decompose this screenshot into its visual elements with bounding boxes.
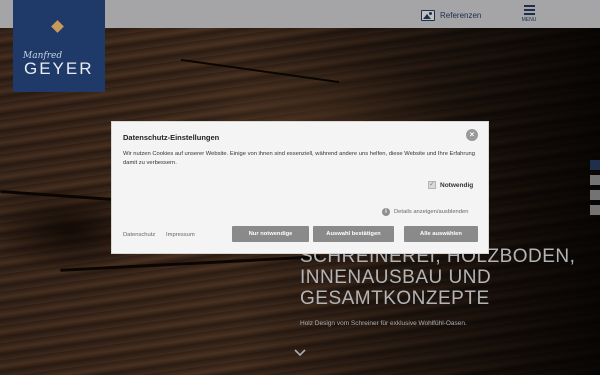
accept-all-button[interactable]: Alle auswählen: [404, 226, 478, 242]
logo-diamond-icon: [51, 20, 64, 33]
privacy-link[interactable]: Datenschutz: [123, 232, 155, 238]
details-toggle[interactable]: i Details anzeigen/ausblenden: [382, 208, 468, 216]
logo[interactable]: Manfred GEYER: [13, 0, 105, 92]
info-icon: i: [382, 208, 390, 216]
imprint-link[interactable]: Impressum: [166, 232, 195, 238]
confirm-selection-button[interactable]: Auswahl bestätigen: [313, 226, 394, 242]
dialog-description: Wir nutzen Cookies auf unserer Website. …: [123, 151, 475, 166]
necessary-checkbox-row[interactable]: Notwendig: [428, 180, 474, 189]
only-necessary-button[interactable]: Nur notwendige: [232, 226, 309, 242]
details-label: Details anzeigen/ausblenden: [394, 209, 469, 215]
necessary-checkbox[interactable]: [428, 180, 436, 189]
logo-text: GEYER: [24, 59, 94, 78]
necessary-label: Notwendig: [440, 181, 474, 189]
dialog-title: Datenschutz-Einstellungen: [123, 133, 220, 142]
close-icon[interactable]: ×: [466, 129, 478, 141]
cookie-dialog: Datenschutz-Einstellungen × Wir nutzen C…: [111, 121, 489, 254]
